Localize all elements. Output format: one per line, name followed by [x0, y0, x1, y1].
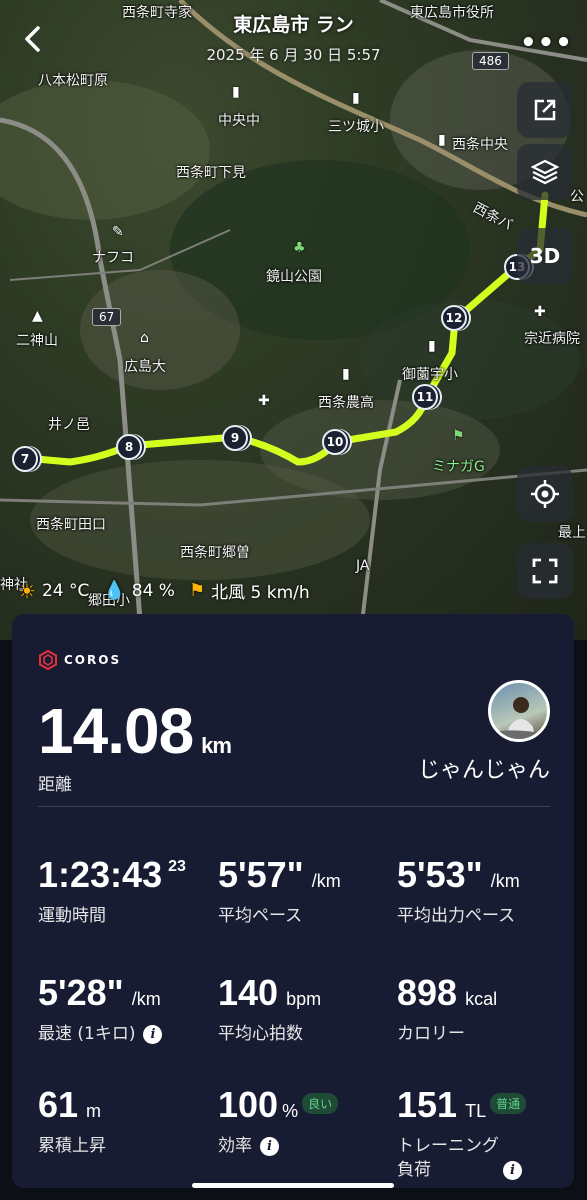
map-layers-button[interactable] [517, 144, 573, 200]
lap-marker[interactable]: 12 [441, 305, 467, 331]
map-label: 井ノ邑 [48, 417, 90, 433]
map-label: JA [356, 558, 370, 574]
stat-efficiency: 100% 良い 効率 i [218, 1084, 398, 1158]
locate-button[interactable] [517, 466, 573, 522]
fullscreen-button[interactable] [517, 543, 573, 599]
map-label: 中央中 [218, 113, 260, 129]
map-label: 御薗宇小 [402, 367, 458, 383]
map-label: 西条中央 [452, 137, 508, 153]
stat-duration: 1:23:43 23 運動時間 [38, 854, 186, 926]
stat-avg-pace: 5'57"/km 平均ペース [218, 854, 341, 926]
map-label: 広島大 [124, 359, 166, 375]
hospital-icon: ✚ [258, 393, 270, 409]
weather-bar: ☀ 24 °C 💧 84 % ⚑ 北風 5 km/h [18, 578, 310, 604]
school-icon: ▮ [342, 366, 350, 382]
wind-flag-icon: ⚑ [188, 580, 206, 601]
map-label: 二神山 [16, 333, 58, 349]
map-label: ミナガG [432, 459, 485, 475]
share-icon [534, 99, 556, 121]
map-label: 宗近病院 [524, 331, 580, 347]
map-label: 西条農高 [318, 395, 374, 411]
sun-icon: ☀ [18, 578, 36, 603]
stat-calories: 898 kcal カロリー [397, 972, 498, 1044]
map-label: 西条町下見 [176, 165, 246, 181]
distance-label: 距離 [38, 775, 72, 795]
school-icon: ▮ [352, 90, 360, 106]
activity-date: 2025 年 6 月 30 日 5:57 [206, 46, 381, 64]
fullscreen-icon [532, 558, 558, 584]
layers-icon [530, 159, 560, 185]
humidity: 84 % [131, 580, 175, 601]
humidity-drop-icon: 💧 [103, 580, 126, 601]
info-icon[interactable]: i [503, 1160, 522, 1180]
home-indicator [192, 1183, 394, 1188]
coros-logo: COROS [38, 650, 121, 670]
school-icon: ▮ [428, 338, 436, 354]
lap-marker[interactable]: 8 [116, 434, 142, 460]
status-badge: 良い [302, 1092, 339, 1114]
golf-icon: ⚑ [452, 428, 465, 444]
map-label: 鏡山公園 [266, 269, 322, 285]
map-label: 三ツ城小 [328, 119, 384, 135]
map-view[interactable]: 西条町寺家 東広島市役所 486 八本松町原 ▮ 中央中 ▮ 三ツ城小 ▮ 西条… [0, 0, 587, 640]
temperature: 24 °C [41, 580, 90, 601]
school-icon: ▮ [438, 132, 446, 148]
lap-marker[interactable]: 10 [322, 429, 348, 455]
3d-toggle-button[interactable]: 3D [517, 228, 573, 284]
map-label: 西条町田口 [36, 517, 106, 533]
page-title: 東広島市 ラン [233, 14, 354, 36]
coros-hexagon-icon [39, 650, 57, 670]
park-icon: ♣ [293, 240, 306, 256]
stat-training-load: 151 TL 普通 トレーニング 負荷 i [397, 1084, 557, 1182]
map-label: 最上 [558, 525, 586, 541]
lap-marker[interactable]: 11 [412, 384, 438, 410]
crosshair-icon [531, 480, 559, 508]
map-label: ナフコ [92, 250, 134, 266]
more-options-icon[interactable]: ••• [520, 28, 573, 58]
lap-marker[interactable]: 7 [12, 446, 38, 472]
avatar-photo [491, 697, 547, 739]
route-number-badge: 67 [92, 308, 122, 326]
share-button[interactable] [517, 82, 573, 138]
info-icon[interactable]: i [143, 1024, 163, 1044]
activity-summary-card: COROS 14.08 km 距離 じゃんじゃん 1:23:43 23 運動時間 5… [12, 614, 574, 1188]
university-icon: ⌂ [140, 330, 149, 346]
lap-marker[interactable]: 9 [222, 425, 248, 451]
wrench-icon: ✎ [112, 224, 124, 240]
stat-fastest-km: 5'28"/km 最速 (1キロ) i [38, 972, 163, 1044]
divider [38, 806, 550, 807]
info-icon[interactable]: i [260, 1136, 279, 1156]
username: じゃんじゃん [417, 758, 550, 783]
stat-avg-heart-rate: 140 bpm 平均心拍数 [218, 972, 322, 1044]
hospital-icon: ✚ [534, 304, 546, 320]
distance-value: 14.08 km [38, 695, 232, 767]
map-label: 西条町郷曽 [180, 545, 250, 561]
status-badge: 普通 [490, 1092, 527, 1114]
distance-unit: km [201, 733, 232, 758]
wind: 北風 5 km/h [211, 583, 310, 603]
stat-avg-power-pace: 5'53"/km 平均出力ペース [397, 854, 520, 926]
map-label: 八本松町原 [38, 73, 108, 89]
avatar[interactable] [488, 680, 550, 742]
mountain-icon: ▲ [32, 308, 43, 324]
map-terrain [0, 0, 587, 640]
stat-elevation-gain: 61 m 累積上昇 [38, 1084, 106, 1156]
school-icon: ▮ [232, 84, 240, 100]
